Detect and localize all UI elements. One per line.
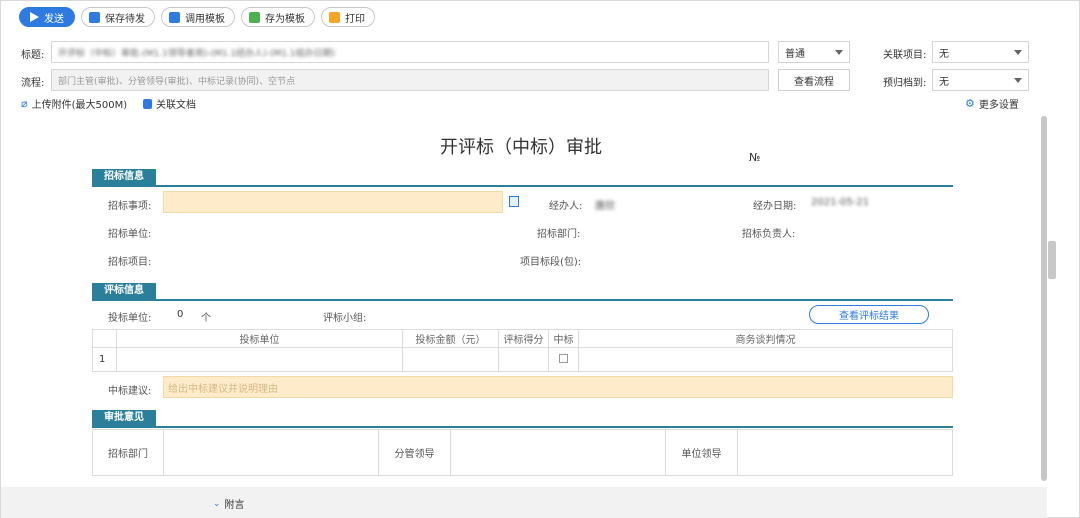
attach-note-toggle[interactable]: ⌄ 附言 bbox=[213, 496, 245, 512]
approve-dept-cell[interactable] bbox=[164, 430, 379, 475]
suggest-label: 中标建议: bbox=[108, 386, 152, 397]
form-title: 开评标（中标）审批 bbox=[440, 137, 602, 158]
section-approval: 审批意见 bbox=[92, 410, 953, 428]
approve-unit-cell[interactable] bbox=[738, 430, 952, 475]
col-negotiation: 商务谈判情况 bbox=[578, 329, 953, 348]
save-template-button[interactable]: 存为模板 bbox=[241, 7, 315, 27]
gear-icon: ⚙ bbox=[965, 97, 975, 110]
save-pending-button[interactable]: 保存待发 bbox=[81, 7, 155, 27]
toolbar: 发送 保存待发 调用模板 存为模板 打印 bbox=[19, 7, 375, 27]
chevron-down-icon bbox=[1014, 49, 1022, 55]
flow-label: 流程: bbox=[21, 78, 45, 89]
print-icon bbox=[329, 11, 340, 23]
col-bidder: 投标单位 bbox=[116, 329, 403, 348]
scrollbar[interactable] bbox=[1041, 116, 1047, 481]
bidder-count-label: 投标单位: bbox=[108, 313, 152, 324]
title-value: 开评标（中标）审批-(M1.1领导者用)-(M1.1经办人)-(M1.1组办日期… bbox=[58, 48, 336, 59]
bid-table: 投标单位 投标金额（元） 评标得分 中标 商务谈判情况 1 bbox=[92, 329, 953, 372]
suggest-placeholder: 给出中标建议并说明理由 bbox=[168, 383, 278, 395]
chevron-down-icon bbox=[1014, 77, 1022, 83]
section-bid-info: 招标信息 bbox=[92, 169, 953, 187]
approve-unit-label: 单位领导 bbox=[666, 430, 738, 475]
save-icon bbox=[89, 11, 100, 23]
bidder-count-unit: 个 bbox=[201, 313, 211, 324]
winner-checkbox[interactable] bbox=[559, 353, 568, 363]
approve-leader-cell[interactable] bbox=[451, 430, 666, 475]
approve-dept-label: 招标部门 bbox=[93, 430, 164, 475]
chevron-down-icon bbox=[835, 49, 843, 55]
bid-dept-label: 招标部门: bbox=[537, 229, 581, 240]
related-project-value: 无 bbox=[939, 48, 949, 60]
amount-cell[interactable] bbox=[402, 347, 499, 372]
related-project-select[interactable]: 无 bbox=[932, 41, 1029, 63]
view-eval-result-button[interactable]: 查看评标结果 bbox=[809, 305, 929, 324]
handler-value: 唐欣 bbox=[595, 201, 615, 212]
double-chevron-down-icon: ⌄ bbox=[213, 498, 221, 509]
flow-input[interactable]: 部门主管(审批)、分管领导(审批)、中标记录(协同)、空节点 bbox=[51, 69, 769, 91]
title-input[interactable]: 开评标（中标）审批-(M1.1领导者用)-(M1.1经办人)-(M1.1组办日期… bbox=[51, 41, 769, 63]
view-flow-button[interactable]: 查看流程 bbox=[778, 69, 850, 91]
handle-date-value: 2021-05-21 bbox=[811, 197, 870, 208]
section-eval-info: 评标信息 bbox=[92, 283, 953, 301]
related-project-label: 关联项目: bbox=[883, 50, 927, 61]
approve-leader-label: 分管领导 bbox=[379, 430, 451, 475]
document-icon bbox=[143, 98, 152, 109]
print-button[interactable]: 打印 bbox=[321, 7, 375, 27]
row-number: 1 bbox=[92, 347, 117, 372]
flow-value: 部门主管(审批)、分管领导(审批)、中标记录(协同)、空节点 bbox=[58, 76, 296, 87]
suggest-input[interactable]: 给出中标建议并说明理由 bbox=[163, 376, 953, 398]
handle-date-label: 经办日期: bbox=[753, 201, 797, 212]
send-button[interactable]: 发送 bbox=[19, 7, 75, 27]
approval-table: 招标部门 分管领导 单位领导 bbox=[92, 429, 953, 476]
side-collapse-handle[interactable] bbox=[1048, 241, 1056, 279]
priority-value: 普通 bbox=[785, 48, 805, 60]
priority-select[interactable]: 普通 bbox=[778, 41, 850, 63]
footer-bar: ⌄ 附言 bbox=[1, 487, 1047, 518]
window: 发送 保存待发 调用模板 存为模板 打印 标题: 开评标（中标）审批-(M1.1… bbox=[0, 0, 1080, 518]
bid-project-label: 招标项目: bbox=[108, 257, 152, 268]
archive-select[interactable]: 无 bbox=[932, 69, 1029, 91]
negotiation-cell[interactable] bbox=[578, 347, 953, 372]
winner-cell bbox=[548, 347, 579, 372]
calendar-icon[interactable] bbox=[509, 196, 519, 207]
title-label: 标题: bbox=[21, 50, 45, 61]
table-row: 1 bbox=[92, 347, 953, 372]
save-template-icon bbox=[249, 11, 260, 23]
bidder-cell[interactable] bbox=[116, 347, 403, 372]
more-settings-link[interactable]: ⚙ 更多设置 bbox=[965, 96, 1019, 111]
archive-label: 预归档到: bbox=[883, 78, 927, 89]
form-number: № bbox=[749, 151, 761, 164]
project-section-label: 项目标段(包): bbox=[520, 257, 582, 268]
col-score: 评标得分 bbox=[498, 329, 549, 348]
bid-unit-label: 招标单位: bbox=[108, 229, 152, 240]
handler-label: 经办人: bbox=[549, 201, 583, 212]
bid-item-label: 招标事项: bbox=[108, 201, 152, 212]
template-icon bbox=[169, 11, 180, 23]
related-doc-link[interactable]: 关联文档 bbox=[143, 96, 196, 111]
col-amount: 投标金额（元） bbox=[402, 329, 499, 348]
paperclip-icon: ⌀ bbox=[21, 97, 28, 110]
col-winner: 中标 bbox=[548, 329, 579, 348]
bidder-count-value: 0 bbox=[177, 309, 184, 320]
bid-owner-label: 招标负责人: bbox=[742, 229, 796, 240]
archive-value: 无 bbox=[939, 76, 949, 88]
upload-attachment-link[interactable]: ⌀ 上传附件(最大500M) bbox=[21, 96, 127, 111]
use-template-button[interactable]: 调用模板 bbox=[161, 7, 235, 27]
score-cell[interactable] bbox=[498, 347, 549, 372]
send-icon bbox=[30, 12, 39, 22]
eval-group-label: 评标小组: bbox=[323, 313, 367, 324]
bid-item-input[interactable] bbox=[163, 191, 503, 213]
